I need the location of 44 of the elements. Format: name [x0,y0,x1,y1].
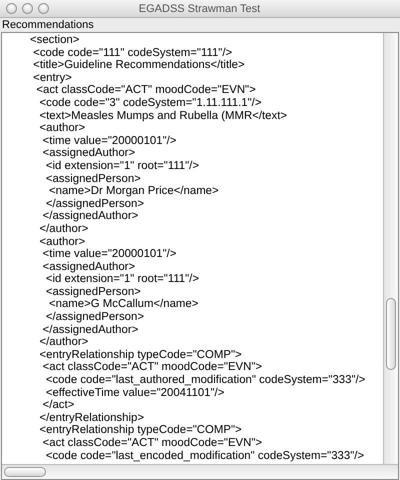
code-line: </author> [38,222,90,236]
code-line: <title>Guideline Recommendations</title> [32,59,246,72]
code-line: <id extension="1" root="111"/> [44,273,200,286]
text-area[interactable] [1,32,399,480]
code-line: </act> [42,399,76,412]
code-line: <act classCode="ACT" moodCode="EVN"> [35,84,257,97]
code-line: <time value="20000101"/> [42,248,178,261]
code-line: <code code="last_authored_modification" codeSystem="333"/> [44,374,366,387]
code-line: <entryRelationship typeCode="COMP"> [38,424,243,437]
vertical-scrollbar[interactable] [383,33,398,464]
code-line: <assignedPerson> [44,286,142,298]
code-line: <code code="last_encoded_modification" codeSystem="333"/> [44,450,366,462]
code-line: <act classCode="ACT" moodCode="EVN"> [42,361,264,374]
scroll-thumb[interactable] [4,467,46,477]
panel-label: Recommendations [1,18,95,32]
code-line: <name>Dr Morgan Price</name> [48,185,220,198]
code-line: <assignedPerson> [44,172,142,186]
code-line: <assignedAuthor> [42,147,136,160]
code-line: <author> [38,236,86,248]
code-line: <entry> [32,72,73,84]
code-line: <effectiveTime value="20041101"/> [44,386,226,400]
code-line: </entryRelationship> [38,412,145,424]
scroll-thumb[interactable] [386,298,396,370]
code-line: <time value="20000101"/> [42,134,178,148]
code-line: <entryRelationship typeCode="COMP"> [38,348,243,362]
zoom-button[interactable] [38,3,49,14]
code-line: </author> [38,336,90,349]
code-line: </assignedAuthor> [42,324,140,336]
code-line: <name>G McCallum</name> [48,298,200,312]
code-line: <assignedAuthor> [42,260,136,274]
code-line: <code code="3" codeSystem="1.11.111.1"/> [38,96,262,110]
code-line: <text>Measles Mumps and Rubella (MMR</text> [38,110,288,122]
code-line: <code code="111" codeSystem="111"/> [32,46,234,60]
code-line: </assignedAuthor> [42,210,140,223]
close-button[interactable] [6,3,17,14]
minimize-button[interactable] [22,3,33,14]
window-title: EGADSS Strawman Test [138,2,262,14]
code-line: </assignedPerson> [44,311,145,324]
code-line: <act classCode="ACT" moodCode="EVN"> [42,437,264,450]
code-line: <section> [30,34,80,47]
code-line: <id extension="1" root="111"/> [44,160,200,173]
horizontal-scrollbar[interactable] [2,464,398,479]
code-line: </assignedPerson> [44,198,145,210]
code-line: <author> [38,122,86,135]
